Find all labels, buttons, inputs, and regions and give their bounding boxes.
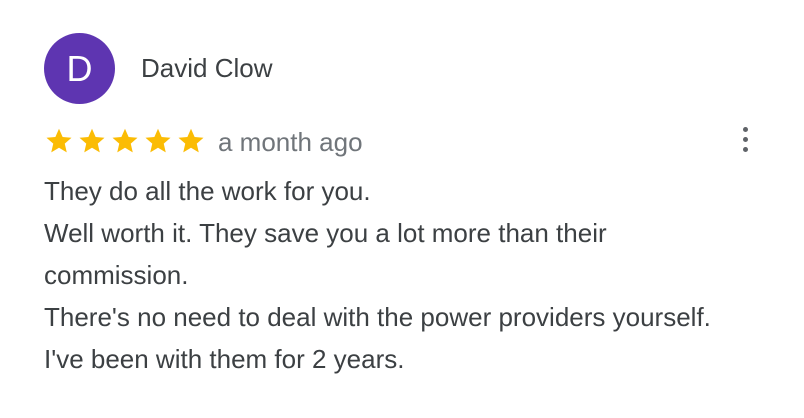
star-icon <box>79 128 105 153</box>
more-vert-icon <box>742 136 748 142</box>
review-date: a month ago <box>218 127 363 157</box>
review-text: They do all the work for you. Well worth… <box>44 170 784 380</box>
review-text-line: They do all the work for you. <box>44 176 371 206</box>
author-name[interactable]: David Clow <box>141 53 273 83</box>
more-vert-icon <box>742 146 748 152</box>
review-text-line: There's no need to deal with the power p… <box>44 302 711 332</box>
more-options-button[interactable] <box>730 122 760 156</box>
more-vert-icon <box>742 126 748 132</box>
review-text-line: commission. <box>44 260 189 290</box>
star-rating <box>44 126 206 156</box>
review-text-line: Well worth it. They save you a lot more … <box>44 218 607 248</box>
star-icon <box>145 128 171 153</box>
star-icon <box>112 128 138 153</box>
star-icon <box>46 128 72 153</box>
avatar-initial: D <box>66 47 93 89</box>
avatar[interactable]: D <box>44 33 115 104</box>
review-text-line: I've been with them for 2 years. <box>44 344 405 374</box>
review-card: D David Clow a month ago They do all the… <box>0 0 804 418</box>
star-icon <box>178 128 204 153</box>
